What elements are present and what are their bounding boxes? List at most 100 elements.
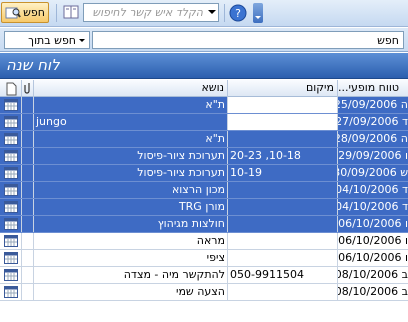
find-button[interactable]: חפש: [1, 2, 49, 23]
toolbar-separator: [224, 4, 225, 22]
date-cell: ד 04/10/2006: [338, 200, 408, 213]
appointment-type-cell: [0, 97, 22, 113]
calendar-icon: [4, 201, 18, 213]
location-cell[interactable]: 050-9911504: [228, 267, 338, 283]
appointment-type-cell: [0, 114, 22, 130]
location-cell[interactable]: [228, 199, 338, 215]
table-row[interactable]: תערוכת ציור-פיסול 10-19 ש 30/09/2006: [0, 165, 408, 182]
appointment-type-cell: [0, 284, 22, 300]
attachment-cell: [22, 284, 34, 300]
attachment-cell: [22, 250, 34, 266]
table-row[interactable]: חולצות מגיהוץ ו 06/10/2006: [0, 216, 408, 233]
instant-search-bar: חפש בתוך: [0, 28, 408, 52]
appointment-type-cell: [0, 216, 22, 232]
calendar-icon: [4, 184, 18, 196]
calendar-icon: [4, 286, 18, 298]
attachment-cell: [22, 165, 34, 181]
subject-cell: להתקשר מיה - מצדה: [34, 267, 228, 283]
attachment-cell: [22, 182, 34, 198]
appointment-type-cell: [0, 233, 22, 249]
attachment-cell: [22, 131, 34, 147]
find-button-label: חפש: [23, 6, 45, 19]
folder-title: לוח שנה: [6, 56, 60, 74]
calendar-icon: [4, 99, 18, 111]
location-cell[interactable]: 10-19: [228, 165, 338, 181]
location-cell[interactable]: [228, 114, 338, 130]
attachment-cell: [22, 267, 34, 283]
appointment-type-cell: [0, 182, 22, 198]
outlook-calendar-window: חפש ? חפש בתוך: [0, 0, 408, 322]
location-cell[interactable]: [228, 216, 338, 232]
date-cell: ה 28/09/2006: [338, 132, 408, 145]
help-icon[interactable]: ?: [228, 3, 248, 23]
column-header-row: נושא מיקום טווח מופעי...: [0, 80, 408, 97]
subject-cell: ת"א: [34, 131, 228, 147]
standard-toolbar: חפש ?: [0, 0, 408, 27]
date-cell: ו 06/10/2006: [338, 234, 408, 247]
search-scope-label: חפש בתוך: [28, 33, 76, 47]
subject-cell: מורן TRG: [34, 199, 228, 215]
toolbar-separator: [56, 4, 57, 22]
calendar-icon: [4, 252, 18, 264]
location-cell[interactable]: [228, 250, 338, 266]
attachment-cell: [22, 97, 34, 113]
table-row[interactable]: מראה ו 06/10/2006: [0, 233, 408, 250]
appointment-type-cell: [0, 267, 22, 283]
contact-search-input[interactable]: [84, 4, 206, 21]
table-row[interactable]: jungo ד 27/09/2006: [0, 114, 408, 131]
table-row[interactable]: הצעה שמי ב 08/10/2006: [0, 284, 408, 301]
location-cell[interactable]: [228, 131, 338, 147]
calendar-icon: [4, 133, 18, 145]
subject-cell: מראה: [34, 233, 228, 249]
attachment-cell: [22, 216, 34, 232]
column-header-attachment[interactable]: [22, 80, 34, 97]
column-header-subject[interactable]: נושא: [34, 80, 228, 97]
folder-title-band: לוח שנה: [0, 53, 408, 79]
table-row[interactable]: להתקשר מיה - מצדה 050-9911504 ב 08/10/20…: [0, 267, 408, 284]
location-cell[interactable]: [228, 233, 338, 249]
search-input[interactable]: [92, 31, 404, 49]
chevron-down-icon: [79, 38, 85, 42]
column-header-location[interactable]: מיקום: [228, 80, 338, 97]
subject-cell: ציפי: [34, 250, 228, 266]
appointment-type-cell: [0, 148, 22, 164]
toolbar-options-icon[interactable]: [253, 3, 263, 23]
table-row[interactable]: מכון הרצוא ד 04/10/2006: [0, 182, 408, 199]
date-cell: ב 08/10/2006: [338, 268, 408, 281]
address-book-icon[interactable]: [63, 5, 79, 19]
location-cell[interactable]: 20-23 ,10-18: [228, 148, 338, 164]
attachment-cell: [22, 199, 34, 215]
location-cell[interactable]: [228, 284, 338, 300]
subject-cell: ת"א: [34, 97, 228, 113]
table-row[interactable]: ת"א ה 28/09/2006: [0, 131, 408, 148]
contact-search-box[interactable]: [83, 3, 219, 22]
svg-text:?: ?: [235, 7, 241, 20]
date-cell: ו 06/10/2006: [338, 251, 408, 264]
column-header-icon[interactable]: [0, 80, 22, 97]
document-icon: [6, 82, 17, 96]
appointment-type-cell: [0, 131, 22, 147]
subject-cell: jungo: [34, 114, 228, 130]
appointment-type-cell: [0, 199, 22, 215]
subject-cell: חולצות מגיהוץ: [34, 216, 228, 232]
attachment-cell: [22, 114, 34, 130]
date-cell: ד 04/10/2006: [338, 183, 408, 196]
chevron-down-icon[interactable]: [208, 10, 216, 14]
date-cell: ש 30/09/2006: [338, 166, 408, 179]
location-cell[interactable]: [228, 182, 338, 198]
column-header-start[interactable]: טווח מופעי...: [338, 80, 408, 97]
location-cell[interactable]: [228, 97, 338, 113]
subject-cell: תערוכת ציור-פיסול: [34, 148, 228, 164]
table-row[interactable]: תערוכת ציור-פיסול 20-23 ,10-18 ו 29/09/2…: [0, 148, 408, 165]
subject-cell: תערוכת ציור-פיסול: [34, 165, 228, 181]
table-row[interactable]: מורן TRG ד 04/10/2006: [0, 199, 408, 216]
table-row[interactable]: ת"א ה 25/09/2006: [0, 97, 408, 114]
date-cell: ד 27/09/2006: [338, 115, 408, 128]
calendar-icon: [4, 167, 18, 179]
table-row[interactable]: ציפי ו 06/10/2006: [0, 250, 408, 267]
search-scope-dropdown[interactable]: חפש בתוך: [4, 31, 90, 49]
appointment-type-cell: [0, 165, 22, 181]
subject-cell: הצעה שמי: [34, 284, 228, 300]
calendar-icon: [4, 269, 18, 281]
date-cell: ב 08/10/2006: [338, 285, 408, 298]
